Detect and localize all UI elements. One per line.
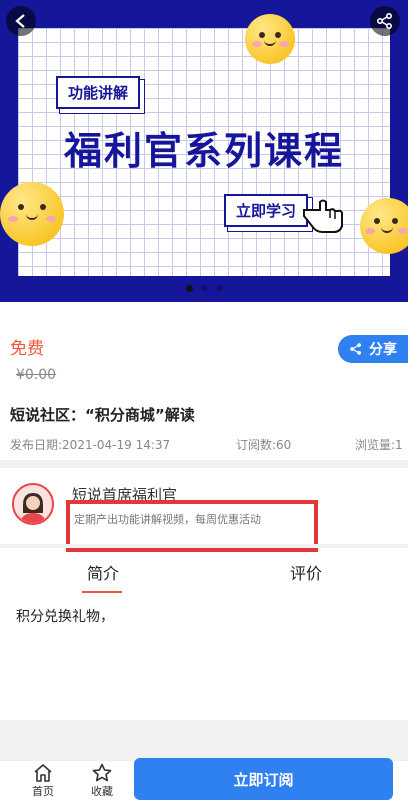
tab-bar: 简介 评价 [0, 554, 408, 598]
person-icon [14, 485, 52, 523]
back-button[interactable] [6, 6, 36, 36]
author-avatar[interactable] [12, 483, 54, 525]
tab-intro[interactable]: 简介 [87, 560, 119, 584]
divider [0, 544, 408, 548]
smiley-emoji-left [0, 182, 64, 246]
star-icon [92, 763, 112, 782]
nav-favorite-label: 收藏 [91, 785, 113, 798]
home-icon [34, 764, 52, 782]
carousel-dot-1[interactable] [185, 285, 193, 292]
active-tab-indicator [82, 591, 122, 593]
publish-date: 发布日期:2021-04-19 14:37 [10, 438, 171, 452]
feature-explain-tag: 功能讲解 [56, 76, 141, 109]
banner-title: 福利官系列课程 [63, 129, 344, 173]
carousel-dot-2[interactable] [200, 285, 208, 292]
nav-favorite[interactable]: 收藏 [77, 761, 127, 800]
share-icon [376, 12, 393, 30]
learn-now-tag: 立即学习 [224, 194, 309, 227]
price-label: 免费 [10, 339, 44, 359]
nav-home-label: 首页 [32, 785, 54, 798]
course-title: 短说社区：“积分商城”解读 [10, 406, 195, 424]
carousel-dots [0, 285, 408, 292]
course-intro-text: 积分兑换礼物， [16, 609, 114, 625]
share-icon [350, 343, 361, 355]
divider [0, 460, 408, 468]
share-top-button[interactable] [370, 6, 400, 36]
share-label: 分享 [369, 342, 397, 358]
carousel-dot-3[interactable] [215, 285, 223, 292]
subscription-count: 订阅数:60 [236, 438, 292, 452]
subscribe-button[interactable]: 立即订阅 [134, 758, 393, 800]
page-footer-spacer [0, 720, 408, 760]
smiley-emoji-right [360, 198, 408, 254]
smiley-emoji-top [245, 14, 295, 64]
view-count: 浏览量:1 [355, 438, 403, 452]
pointing-hand-icon [303, 199, 343, 233]
original-price: ¥0.00 [16, 367, 57, 383]
course-banner[interactable]: 功能讲解 福利官系列课程 立即学习 [0, 0, 408, 302]
nav-home[interactable]: 首页 [18, 761, 68, 800]
chevron-left-icon [15, 14, 25, 28]
share-button[interactable]: 分享 [338, 335, 408, 363]
tab-review[interactable]: 评价 [290, 560, 322, 584]
